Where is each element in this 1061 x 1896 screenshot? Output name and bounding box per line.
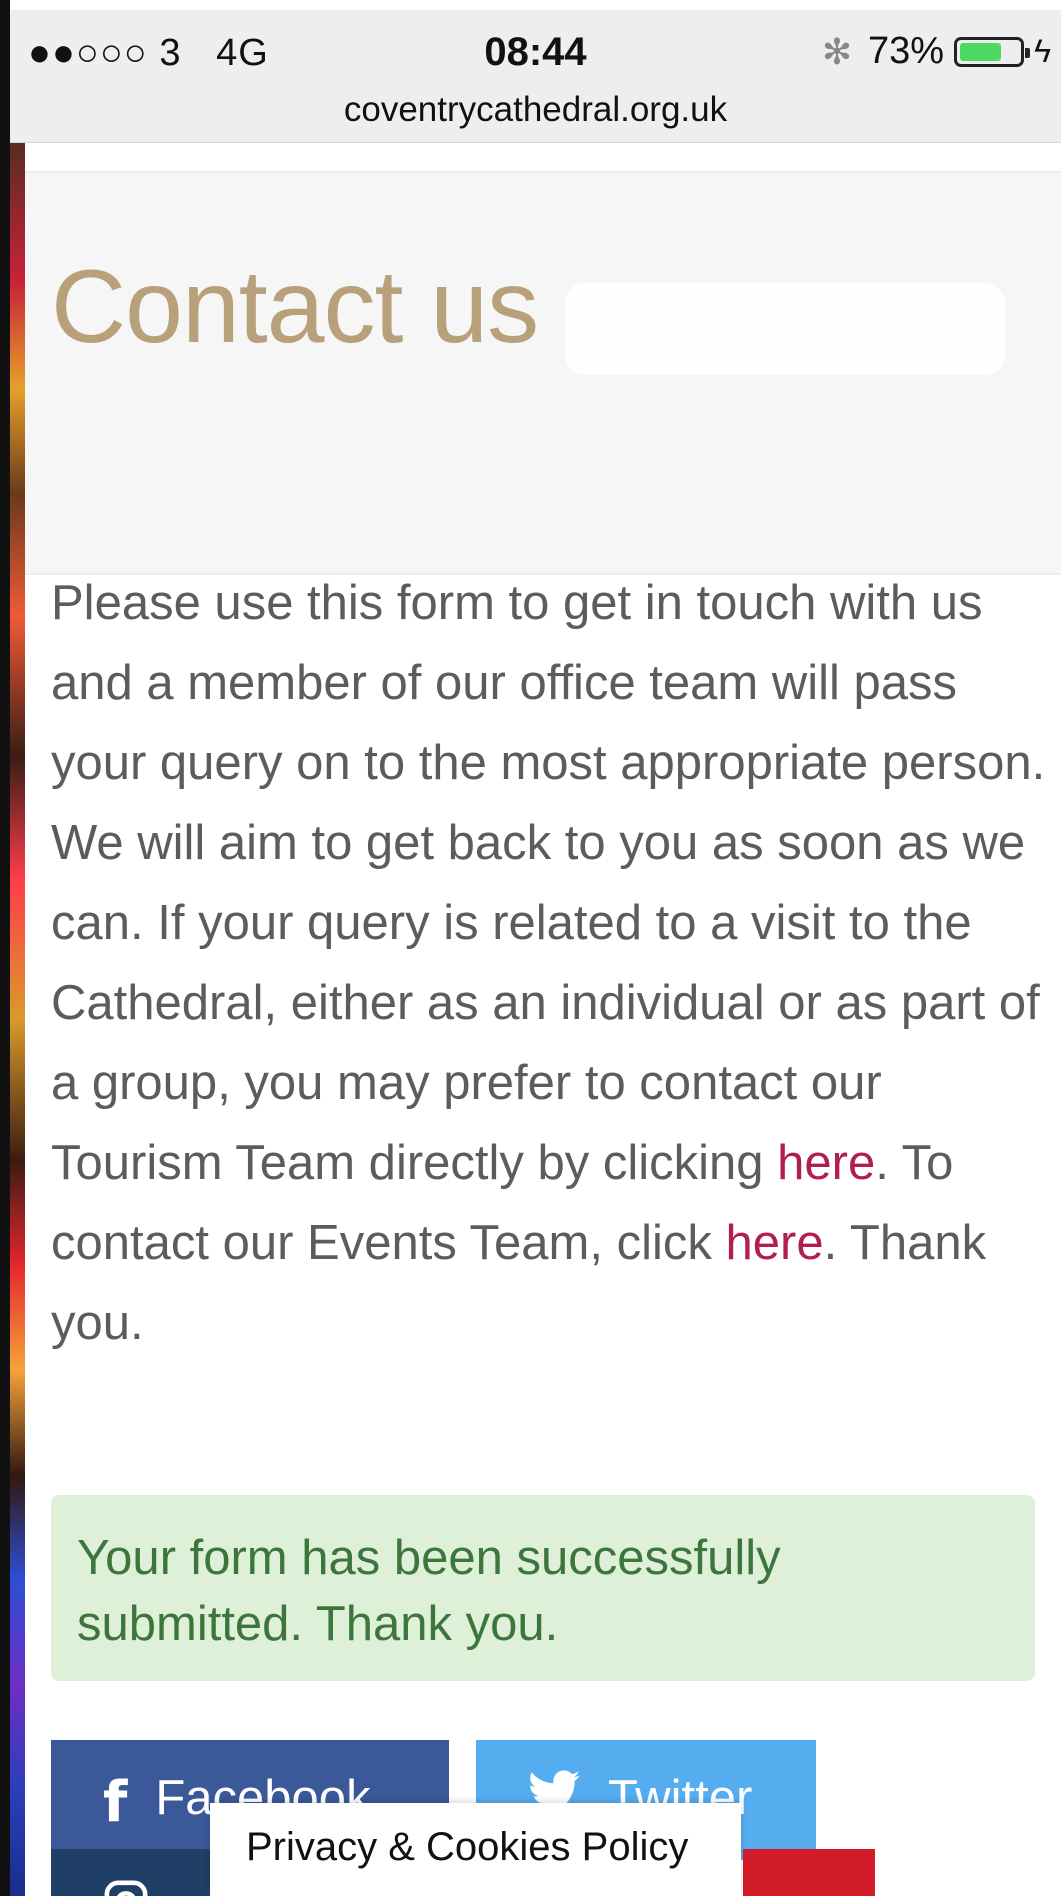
battery-fill [960,42,1001,61]
privacy-popup-label: Privacy & Cookies Policy [246,1825,689,1869]
youtube-button[interactable] [743,1849,875,1896]
screen: ●●○○○ 3 4G 08:44 ✻ 73% ϟ coventrycathedr… [0,0,1061,1896]
screen-edge [0,0,10,1896]
battery-percent: 73% [868,30,945,72]
address-bar[interactable]: coventrycathedral.org.uk [10,90,1061,130]
header-highlight [565,283,1005,375]
facebook-icon: f [103,1770,128,1835]
battery-icon [954,36,1031,67]
instagram-icon [104,1880,148,1896]
page-title: Contact us [51,249,539,365]
intro-paragraph: Please use this form to get in touch wit… [51,563,1061,1363]
page-header [25,171,1061,575]
lightning-icon: ϟ [1034,33,1051,69]
page-content: Contact us Please use this form to get i… [25,143,1061,1896]
tourism-team-link[interactable]: here [777,1136,875,1190]
bluetooth-icon: ✻ [821,30,852,72]
battery-tip [1025,47,1031,58]
success-message: Your form has been successfully submitte… [77,1531,781,1651]
intro-text-1: Please use this form to get in touch wit… [51,576,1046,1190]
background-image-edge [10,143,25,1896]
status-bar: ●●○○○ 3 4G 08:44 ✻ 73% ϟ coventrycathedr… [10,10,1061,143]
status-right: ✻ 73% ϟ [822,30,1051,73]
privacy-cookies-popup[interactable]: Privacy & Cookies Policy [210,1803,741,1896]
success-alert: Your form has been successfully submitte… [51,1495,1035,1681]
events-team-link[interactable]: here [726,1216,824,1270]
